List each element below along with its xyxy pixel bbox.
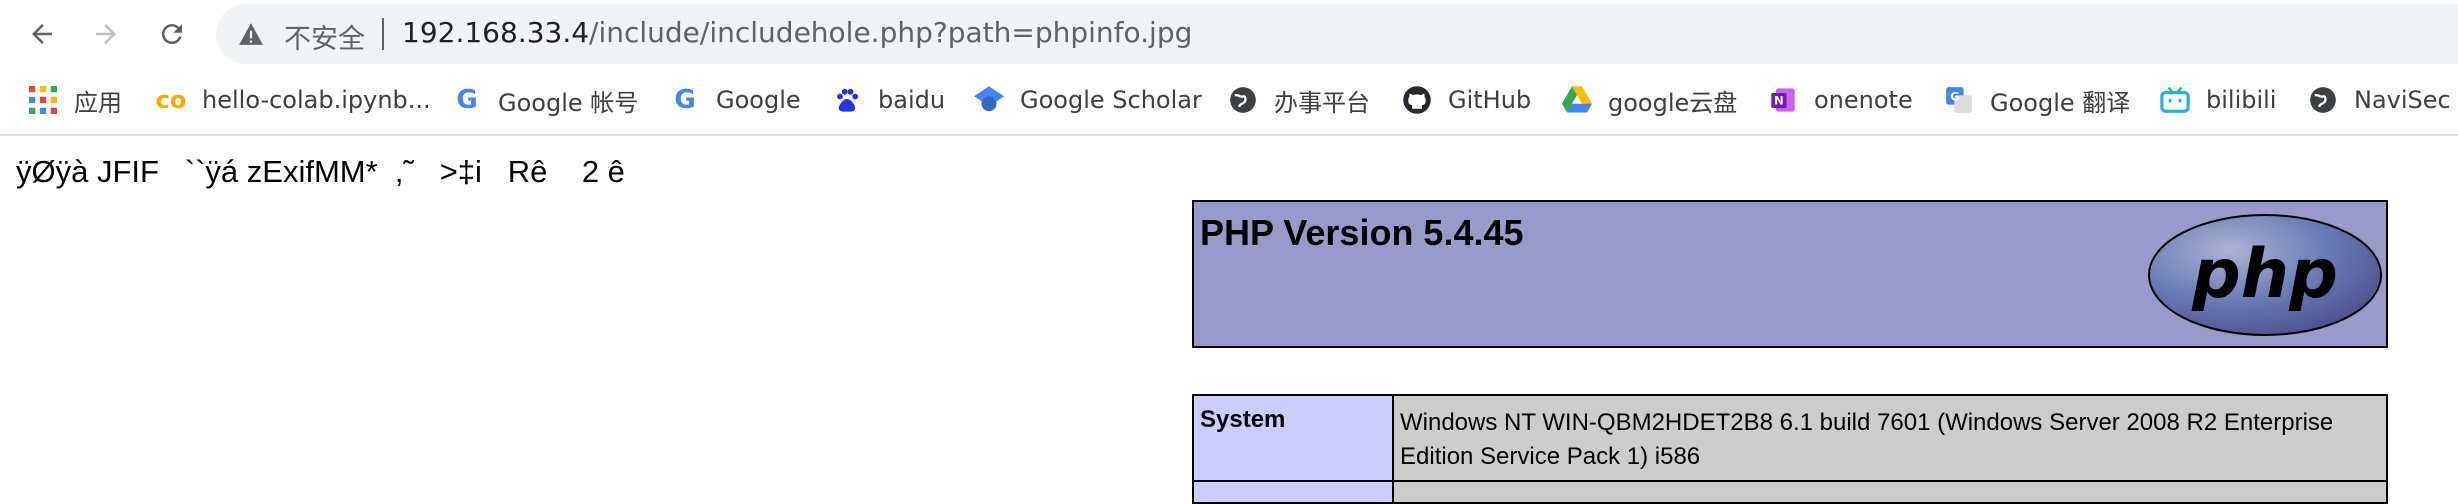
bookmark-label: NaviSec bbox=[2354, 86, 2451, 114]
reload-button[interactable] bbox=[150, 12, 194, 56]
php-logo: php bbox=[2148, 214, 2382, 336]
bookmark-label: hello-colab.ipynb... bbox=[202, 86, 431, 114]
colab-icon: co bbox=[155, 86, 187, 114]
bookmark-label: onenote bbox=[1814, 86, 1913, 114]
bookmark-label: 应用 bbox=[74, 88, 122, 117]
svg-text:G: G bbox=[1950, 90, 1960, 104]
table-row-divider bbox=[1194, 480, 2386, 482]
bookmark-label: Google 帐号 bbox=[498, 88, 639, 117]
globe-icon bbox=[1228, 85, 1258, 115]
google-icon: G bbox=[456, 85, 478, 115]
system-value: Windows NT WIN-QBM2HDET2B8 6.1 build 760… bbox=[1400, 409, 2334, 470]
binary-garbage-text: ÿØÿà JFIF ``ÿá zExifMM* ,˜ >‡i Rê 2 ê bbox=[16, 154, 625, 189]
php-logo-text: php bbox=[2191, 235, 2338, 314]
bookmark-banshi[interactable]: 办事平台 bbox=[1228, 84, 1370, 117]
url-path: /include/includehole.php?path=phpinfo.jp… bbox=[589, 16, 1193, 49]
bookmark-google-account[interactable]: G Google 帐号 bbox=[452, 84, 639, 117]
apps-grid-icon bbox=[28, 85, 58, 115]
bookmark-google-scholar[interactable]: Google Scholar bbox=[974, 84, 1202, 116]
bookmark-label: Google Scholar bbox=[1020, 86, 1202, 114]
bilibili-icon bbox=[2160, 85, 2190, 115]
address-separator bbox=[382, 18, 384, 50]
bookmark-onenote[interactable]: N onenote bbox=[1768, 84, 1913, 116]
url-text[interactable]: 192.168.33.4/include/includehole.php?pat… bbox=[402, 16, 1192, 49]
security-label[interactable]: 不安全 bbox=[284, 17, 365, 56]
translate-icon: G bbox=[1944, 85, 1974, 115]
bookmark-apps[interactable]: 应用 bbox=[28, 84, 122, 117]
google-icon: G bbox=[674, 85, 696, 115]
forward-button[interactable] bbox=[84, 12, 128, 56]
svg-text:N: N bbox=[1774, 94, 1784, 108]
bookmark-label: Google 翻译 bbox=[1990, 88, 2131, 117]
scholar-icon bbox=[974, 85, 1004, 115]
browser-toolbar: 不安全 192.168.33.4/include/includehole.php… bbox=[0, 0, 2458, 66]
baidu-icon bbox=[832, 85, 862, 115]
bookmark-colab[interactable]: co hello-colab.ipynb... bbox=[156, 84, 431, 116]
arrow-right-icon bbox=[96, 24, 116, 44]
bookmark-google-drive[interactable]: google云盘 bbox=[1562, 84, 1738, 117]
onenote-icon: N bbox=[1768, 85, 1798, 115]
bookmark-navisec[interactable]: NaviSec bbox=[2308, 84, 2451, 116]
bookmark-label: baidu bbox=[878, 86, 946, 114]
php-version-header: PHP Version 5.4.45 php bbox=[1192, 200, 2388, 348]
bookmark-label: google云盘 bbox=[1608, 88, 1738, 117]
system-key-cell: System bbox=[1194, 396, 1394, 502]
bookmark-google[interactable]: G Google bbox=[670, 84, 801, 116]
bookmark-github[interactable]: GitHub bbox=[1402, 84, 1531, 116]
bookmark-label: 办事平台 bbox=[1274, 88, 1370, 117]
drive-icon bbox=[1562, 85, 1592, 115]
php-version-title: PHP Version 5.4.45 bbox=[1200, 212, 1524, 253]
php-info-table: System Windows NT WIN-QBM2HDET2B8 6.1 bu… bbox=[1192, 394, 2388, 504]
bookmark-baidu[interactable]: baidu bbox=[832, 84, 945, 116]
address-bar[interactable]: 不安全 192.168.33.4/include/includehole.php… bbox=[216, 4, 2458, 64]
arrow-left-icon bbox=[32, 24, 52, 44]
reload-icon bbox=[161, 24, 182, 45]
globe-icon bbox=[2308, 85, 2338, 115]
bookmark-label: GitHub bbox=[1448, 86, 1532, 114]
back-button[interactable] bbox=[20, 12, 64, 56]
bookmark-label: Google bbox=[716, 86, 801, 114]
bookmark-bilibili[interactable]: bilibili bbox=[2160, 84, 2276, 116]
warning-icon bbox=[239, 23, 263, 45]
system-key-label: System bbox=[1200, 406, 1286, 433]
url-host: 192.168.33.4 bbox=[402, 16, 590, 49]
bookmark-google-translate[interactable]: G Google 翻译 bbox=[1944, 84, 2131, 117]
bookmark-label: bilibili bbox=[2206, 86, 2277, 114]
github-icon bbox=[1402, 85, 1432, 115]
bookmarks-bar: 应用 co hello-colab.ipynb... G Google 帐号 G… bbox=[0, 66, 2458, 136]
